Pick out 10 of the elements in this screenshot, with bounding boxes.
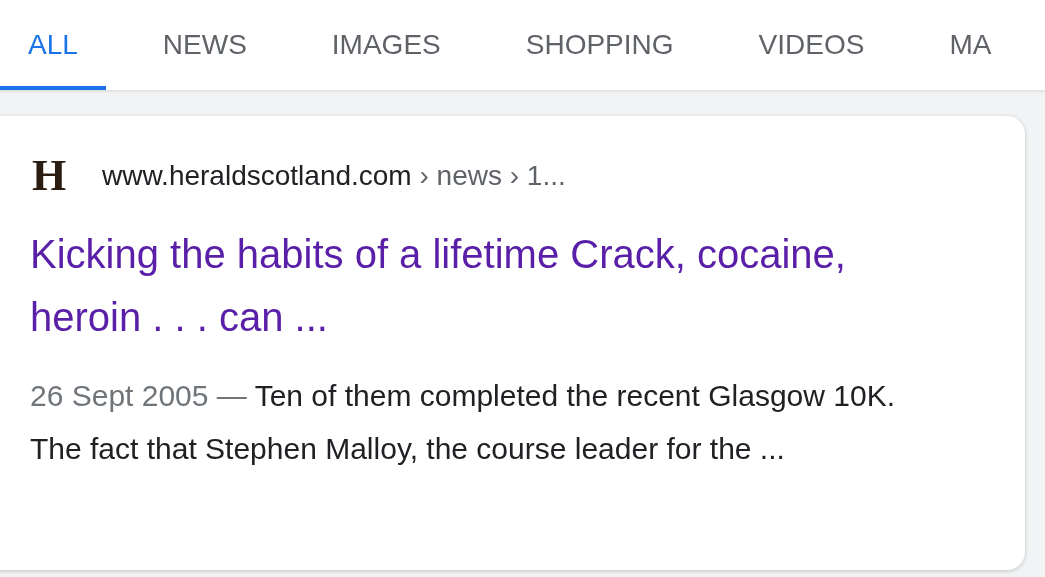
tab[interactable]: VIDEOS: [730, 0, 893, 90]
tab[interactable]: IMAGES: [303, 0, 469, 90]
tab[interactable]: ALL: [0, 0, 106, 90]
result-title[interactable]: Kicking the habits of a lifetime Crack, cocaine, heroin . . . can ...: [30, 223, 850, 349]
tab[interactable]: SHOPPING: [497, 0, 702, 90]
site-favicon: H: [30, 150, 68, 201]
tab[interactable]: MA: [921, 0, 1020, 90]
result-snippet: 26 Sept 2005 — Ten of them completed the recent Glasgow 10K. The fact that Stephen Malloy, the course leader for the ...: [30, 378, 896, 467]
result-url: www.heraldscotland.com › news › 1...: [102, 159, 566, 192]
tab[interactable]: NEWS: [134, 0, 275, 90]
